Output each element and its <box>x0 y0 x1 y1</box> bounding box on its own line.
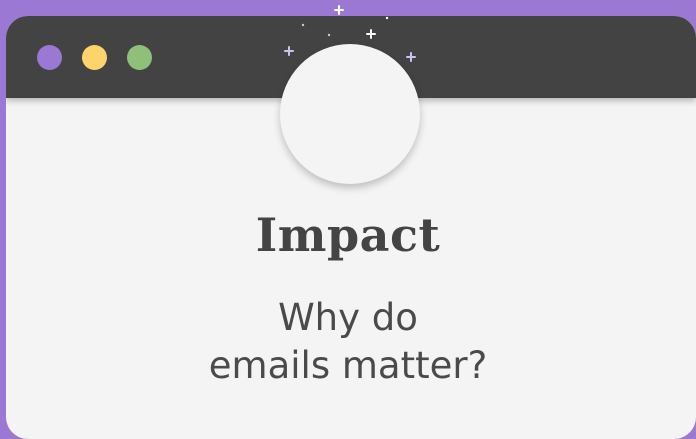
avatar-circle <box>280 44 420 184</box>
page-subtitle: Why do emails matter? <box>0 294 696 390</box>
page-title: Impact <box>255 208 441 262</box>
subtitle-line-1: Why do <box>278 296 418 339</box>
close-window-button[interactable] <box>37 45 62 70</box>
minimize-window-button[interactable] <box>82 45 107 70</box>
maximize-window-button[interactable] <box>127 45 152 70</box>
subtitle-line-2: emails matter? <box>208 344 488 387</box>
